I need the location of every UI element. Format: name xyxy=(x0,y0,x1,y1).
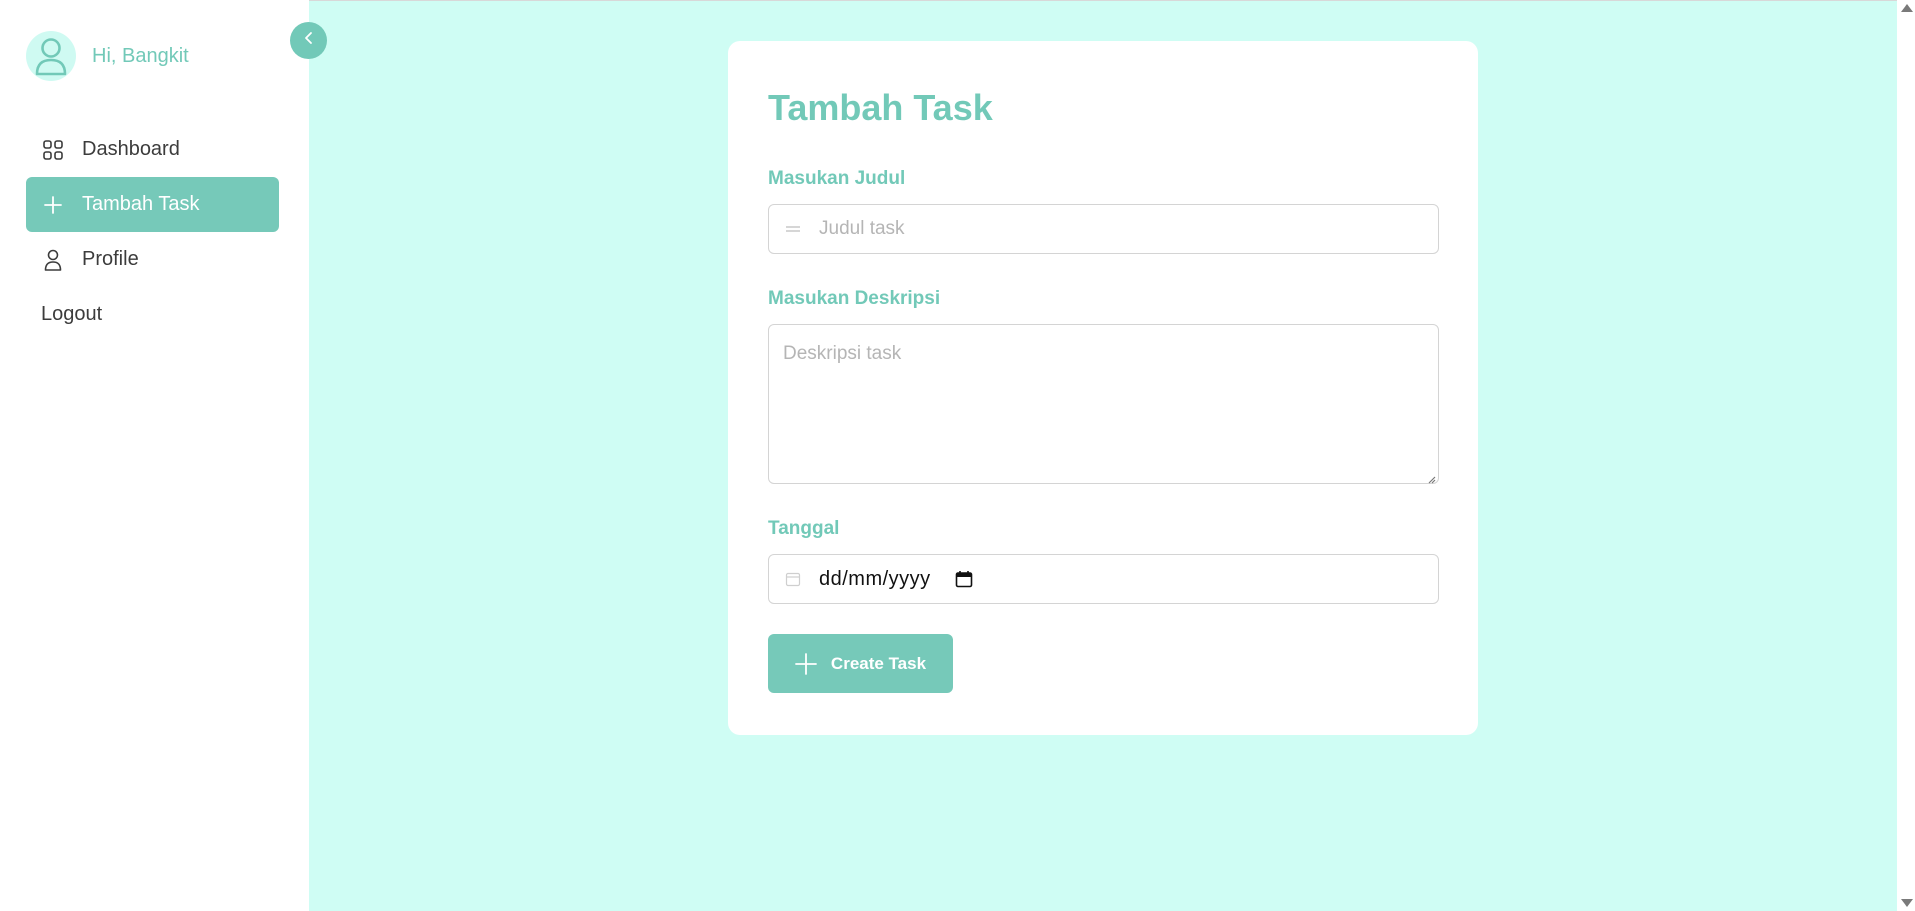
user-profile: Hi, Bangkit xyxy=(26,31,189,81)
resize-grip-icon[interactable] xyxy=(1426,471,1436,484)
date-value: dd/mm/yyyy xyxy=(819,567,931,590)
plus-icon xyxy=(795,652,817,675)
sidebar-nav: Dashboard Tambah Task Profile Logout xyxy=(26,122,279,342)
scroll-down-arrow-icon[interactable] xyxy=(1901,899,1913,907)
sidebar-item-profile[interactable]: Profile xyxy=(26,232,279,287)
text-lines-icon xyxy=(785,224,801,234)
date-label: Tanggal xyxy=(768,518,840,539)
create-task-button[interactable]: Create Task xyxy=(768,634,953,693)
user-avatar-icon xyxy=(35,38,67,76)
description-label: Masukan Deskripsi xyxy=(768,288,941,309)
title-placeholder: Judul task xyxy=(819,218,905,239)
scroll-up-arrow-icon[interactable] xyxy=(1901,4,1913,12)
description-textarea[interactable]: Deskripsi task xyxy=(768,324,1439,484)
user-greeting: Hi, Bangkit xyxy=(92,44,189,67)
title-input[interactable]: Judul task xyxy=(768,204,1439,254)
chevron-left-icon xyxy=(303,31,315,50)
date-input[interactable]: dd/mm/yyyy xyxy=(768,554,1439,604)
page-title: Tambah Task xyxy=(768,87,993,128)
sidebar-item-dashboard[interactable]: Dashboard xyxy=(26,122,279,177)
calendar-picker-icon[interactable] xyxy=(955,570,973,588)
sidebar-item-tambah-task[interactable]: Tambah Task xyxy=(26,177,279,232)
top-border xyxy=(309,0,1897,1)
avatar xyxy=(26,31,76,81)
task-form-card: Tambah Task Masukan Judul Judul task Mas… xyxy=(728,41,1478,735)
sidebar-item-label: Profile xyxy=(82,248,139,270)
create-task-label: Create Task xyxy=(830,653,927,673)
calendar-outline-icon xyxy=(785,571,801,587)
plus-icon xyxy=(42,194,64,216)
sidebar-item-label: Tambah Task xyxy=(82,193,200,215)
sidebar-item-label: Logout xyxy=(41,303,103,325)
sidebar-item-label: Dashboard xyxy=(82,138,180,160)
sidebar: Hi, Bangkit Dashboard Tambah Task Profil… xyxy=(0,0,309,911)
collapse-sidebar-button[interactable] xyxy=(290,22,327,59)
grid-icon xyxy=(42,139,64,161)
title-label: Masukan Judul xyxy=(768,168,906,189)
vertical-scrollbar[interactable] xyxy=(1897,0,1915,911)
sidebar-item-logout[interactable]: Logout xyxy=(26,287,279,342)
description-placeholder: Deskripsi task xyxy=(783,343,902,364)
user-icon xyxy=(42,249,64,271)
